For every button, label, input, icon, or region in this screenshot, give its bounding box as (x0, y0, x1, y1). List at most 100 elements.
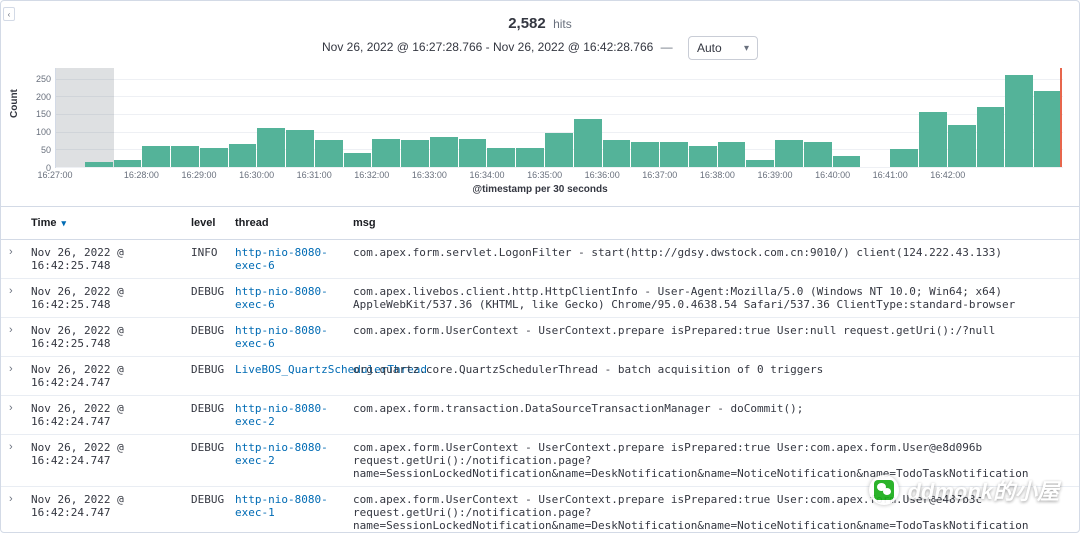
y-tick: 250 (21, 74, 51, 84)
bar[interactable] (718, 142, 746, 167)
bar[interactable] (746, 160, 774, 167)
histogram-chart[interactable]: Count 050100150200250 16:27:00 16:28:00 16… (11, 68, 1069, 198)
bar[interactable] (114, 160, 142, 167)
bar[interactable] (257, 128, 285, 167)
cell-time: Nov 26, 2022 @ 16:42:24.747 (23, 357, 183, 396)
expand-toggle[interactable]: › (1, 435, 23, 487)
x-tick: 16:27:00 (37, 170, 72, 180)
bar[interactable] (1034, 91, 1062, 167)
expand-toggle[interactable]: › (1, 279, 23, 318)
bar[interactable] (401, 140, 429, 167)
cell-level: DEBUG (183, 396, 227, 435)
expand-toggle[interactable]: › (1, 357, 23, 396)
bar[interactable] (977, 107, 1005, 167)
table-row[interactable]: ›Nov 26, 2022 @ 16:42:24.747DEBUGLiveBOS… (1, 357, 1079, 396)
cell-thread: http-nio-8080-exec-6 (227, 279, 345, 318)
expand-toggle[interactable]: › (1, 396, 23, 435)
x-tick: 16:32:00 (354, 170, 389, 180)
x-axis-title: @timestamp per 30 seconds (11, 184, 1069, 195)
table-row[interactable]: ›Nov 26, 2022 @ 16:42:24.747DEBUGhttp-ni… (1, 487, 1079, 533)
cell-thread: http-nio-8080-exec-6 (227, 240, 345, 279)
col-thread[interactable]: thread (227, 207, 345, 240)
cell-time: Nov 26, 2022 @ 16:42:25.748 (23, 240, 183, 279)
bar[interactable] (1005, 75, 1033, 167)
cell-thread: LiveBOS_QuartzSchedulerThread (227, 357, 345, 396)
bar[interactable] (574, 119, 602, 167)
hits-count: 2,582 (508, 15, 546, 32)
bar[interactable] (344, 153, 372, 167)
expand-toggle[interactable]: › (1, 487, 23, 533)
chevron-down-icon: ▾ (744, 43, 749, 54)
discover-panel: ‹ 2,582 hits Nov 26, 2022 @ 16:27:28.766… (0, 0, 1080, 533)
bar[interactable] (660, 142, 688, 167)
table-row[interactable]: ›Nov 26, 2022 @ 16:42:25.748INFOhttp-nio… (1, 240, 1079, 279)
col-expand (1, 207, 23, 240)
cell-msg: org.quartz.core.QuartzSchedulerThread - … (345, 357, 1079, 396)
cell-time: Nov 26, 2022 @ 16:42:24.747 (23, 487, 183, 533)
expand-toggle[interactable]: › (1, 240, 23, 279)
cell-thread: http-nio-8080-exec-6 (227, 318, 345, 357)
bar[interactable] (631, 142, 659, 167)
bar[interactable] (315, 140, 343, 167)
chevron-left-icon: ‹ (8, 10, 11, 19)
table-row[interactable]: ›Nov 26, 2022 @ 16:42:24.747DEBUGhttp-ni… (1, 396, 1079, 435)
dash: — (661, 40, 673, 54)
bar[interactable] (775, 140, 803, 167)
bar[interactable] (948, 125, 976, 167)
y-axis-title: Count (9, 89, 20, 118)
cell-level: DEBUG (183, 318, 227, 357)
cell-msg: com.apex.form.UserContext - UserContext.… (345, 487, 1079, 533)
bar[interactable] (487, 148, 515, 167)
bar[interactable] (804, 142, 832, 167)
cell-thread: http-nio-8080-exec-2 (227, 396, 345, 435)
plot-area[interactable] (55, 68, 1063, 168)
time-range-from: Nov 26, 2022 @ 16:27:28.766 (322, 40, 482, 54)
table-row[interactable]: ›Nov 26, 2022 @ 16:42:25.748DEBUGhttp-ni… (1, 318, 1079, 357)
cell-level: DEBUG (183, 487, 227, 533)
bar[interactable] (545, 133, 573, 167)
cell-level: INFO (183, 240, 227, 279)
bar[interactable] (171, 146, 199, 167)
y-axis-ticks: 050100150200250 (21, 68, 51, 168)
bar[interactable] (890, 149, 918, 167)
bar[interactable] (286, 130, 314, 167)
x-tick: 16:40:00 (815, 170, 850, 180)
cell-time: Nov 26, 2022 @ 16:42:25.748 (23, 318, 183, 357)
table-row[interactable]: ›Nov 26, 2022 @ 16:42:25.748DEBUGhttp-ni… (1, 279, 1079, 318)
documents-table: Time ▾ level thread msg ›Nov 26, 2022 @ … (1, 207, 1079, 533)
cell-thread: http-nio-8080-exec-2 (227, 435, 345, 487)
x-tick: 16:36:00 (585, 170, 620, 180)
x-tick: 16:35:00 (527, 170, 562, 180)
cell-level: DEBUG (183, 357, 227, 396)
bar[interactable] (603, 140, 631, 167)
cell-level: DEBUG (183, 435, 227, 487)
bar[interactable] (200, 148, 228, 167)
y-tick: 50 (21, 145, 51, 155)
expand-toggle[interactable]: › (1, 318, 23, 357)
col-time[interactable]: Time ▾ (23, 207, 183, 240)
bar[interactable] (430, 137, 458, 167)
documents-table-wrap: Time ▾ level thread msg ›Nov 26, 2022 @ … (1, 206, 1079, 533)
sort-desc-icon: ▾ (62, 218, 67, 228)
x-tick: 16:33:00 (412, 170, 447, 180)
collapse-sidebar-button[interactable]: ‹ (3, 7, 15, 21)
bar[interactable] (229, 144, 257, 167)
cell-thread: http-nio-8080-exec-1 (227, 487, 345, 533)
bar[interactable] (372, 139, 400, 167)
bar[interactable] (459, 139, 487, 167)
col-level[interactable]: level (183, 207, 227, 240)
bar[interactable] (85, 162, 113, 167)
interval-select[interactable]: Auto ▾ (688, 36, 758, 60)
bar[interactable] (142, 146, 170, 167)
col-msg[interactable]: msg (345, 207, 1079, 240)
bar[interactable] (833, 156, 861, 167)
interval-select-value: Auto (697, 41, 722, 55)
table-row[interactable]: ›Nov 26, 2022 @ 16:42:24.747DEBUGhttp-ni… (1, 435, 1079, 487)
bar[interactable] (689, 146, 717, 167)
x-tick: 16:37:00 (642, 170, 677, 180)
x-tick: 16:34:00 (469, 170, 504, 180)
bar[interactable] (919, 112, 947, 167)
bar[interactable] (516, 148, 544, 167)
x-tick: 16:29:00 (181, 170, 216, 180)
x-tick: 16:28:00 (124, 170, 159, 180)
